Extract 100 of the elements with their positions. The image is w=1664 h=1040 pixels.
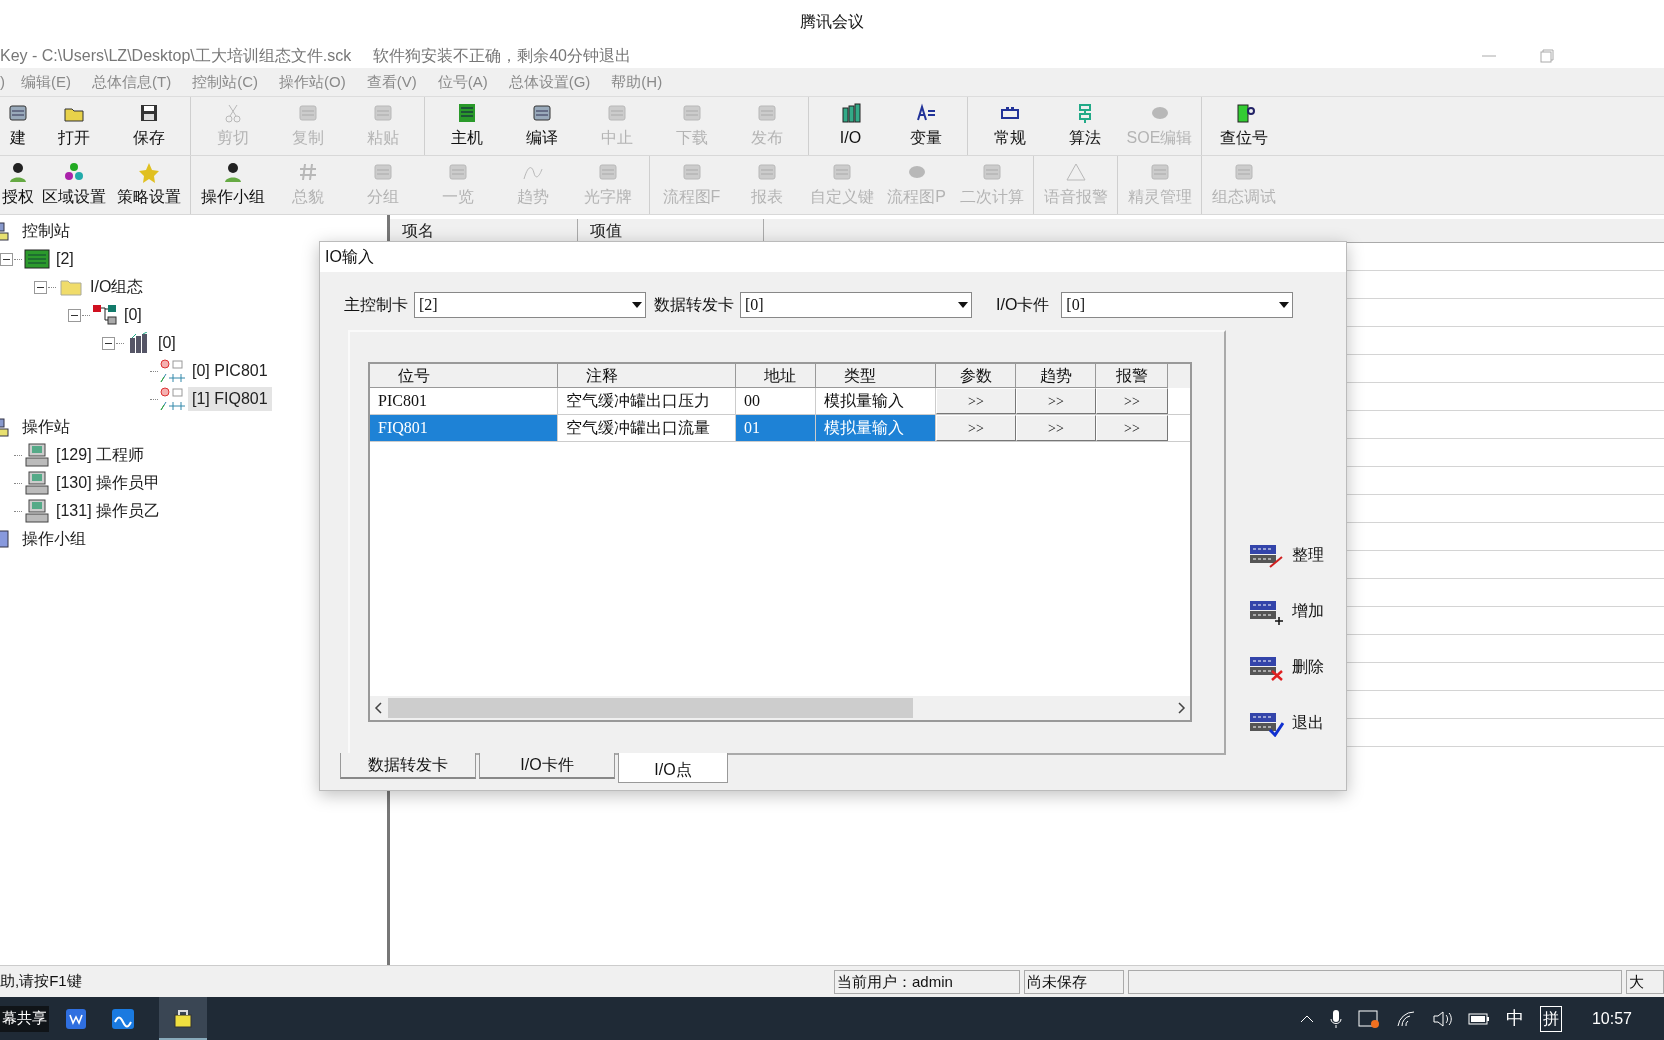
tree-item[interactable]: 操作小组	[18, 527, 90, 551]
details-button[interactable]: >>	[1096, 415, 1168, 441]
chevron-up-icon[interactable]	[1299, 1014, 1314, 1023]
toolbar-button[interactable]: 建	[0, 97, 36, 155]
folder-icon	[60, 278, 82, 296]
toolbar-button[interactable]: 编译	[504, 97, 579, 155]
window-title: Key - C:\Users\LZ\Desktop\工大培训组态文件.sck	[0, 46, 352, 66]
table-cell: 01	[736, 415, 816, 441]
screen-share-label[interactable]: 幕共享	[0, 1005, 49, 1032]
person-icon	[7, 161, 29, 183]
toolbar-button[interactable]: 策略设置	[111, 156, 186, 214]
side-button[interactable]: 退出	[1248, 708, 1324, 738]
toolbar-button[interactable]: 算法	[1047, 97, 1122, 155]
tab[interactable]: 数据转发卡	[340, 753, 476, 779]
scroll-left-icon[interactable]	[374, 702, 382, 714]
tree-item[interactable]: [130] 操作员甲	[52, 471, 165, 495]
input-mode[interactable]: 拼	[1539, 1005, 1562, 1032]
status-help: 助,请按F1键	[0, 971, 83, 992]
window-icon[interactable]	[1357, 1008, 1380, 1029]
collapse-toggle[interactable]	[0, 252, 13, 266]
tab[interactable]: I/O卡件	[479, 753, 615, 779]
toolbar-button[interactable]: 主机	[429, 97, 504, 155]
binders-icon	[839, 102, 862, 124]
signal-point-icon	[159, 358, 187, 384]
tree-item[interactable]: [0] PIC801	[188, 359, 272, 383]
column-header[interactable]: 类型	[816, 364, 936, 388]
side-button[interactable]: 整理	[1248, 540, 1324, 570]
clock[interactable]: 10:57	[1591, 1006, 1632, 1031]
column-header[interactable]: 位号	[370, 364, 558, 388]
stations-icon	[0, 417, 10, 437]
wifi-icon[interactable]	[1395, 1009, 1416, 1028]
battery-icon[interactable]	[1467, 1011, 1490, 1026]
scroll-right-icon[interactable]	[1178, 702, 1186, 714]
dropdown-field[interactable]: [0]	[740, 292, 972, 318]
computer-icon	[25, 471, 49, 495]
toolbar-button[interactable]: 保存	[111, 97, 186, 155]
dropdown-arrow-icon	[1278, 301, 1291, 309]
license-warning: 软件狗安装不正确，剩余40分钟退出	[373, 46, 631, 66]
toolbar-button[interactable]: 变量	[888, 97, 963, 155]
field-label: 主控制卡	[344, 295, 408, 315]
toolbar-button[interactable]: 打开	[36, 97, 111, 155]
warning-icon	[1064, 161, 1087, 183]
circuit-board-icon	[24, 249, 50, 269]
tab[interactable]: I/O点	[618, 753, 728, 783]
table-cell: 空气缓冲罐出口压力	[558, 388, 736, 414]
details-button[interactable]: >>	[1016, 415, 1096, 441]
collapse-toggle[interactable]	[101, 336, 115, 350]
column-header[interactable]: 注释	[558, 364, 736, 388]
microphone-icon[interactable]	[1329, 1008, 1342, 1029]
tree-item[interactable]: I/O组态	[86, 275, 148, 299]
tree-item[interactable]: [0]	[120, 303, 146, 327]
horizontal-scrollbar[interactable]	[370, 696, 1190, 720]
field-label: 数据转发卡	[654, 295, 734, 315]
dropdown-arrow-icon	[957, 301, 969, 309]
tree-item[interactable]: 操作站	[18, 415, 74, 439]
tree-item[interactable]: [129] 工程师	[52, 443, 149, 467]
taskbar-app-button[interactable]	[159, 997, 207, 1040]
binders-icon	[129, 332, 149, 354]
stations-icon	[0, 221, 10, 241]
tree-item[interactable]: [2]	[52, 247, 78, 271]
table-cell: 模拟量输入	[816, 415, 936, 441]
table-cell: FIQ801	[370, 415, 558, 441]
toolbar-button[interactable]: 区域设置	[36, 156, 111, 214]
table-row[interactable]: PIC801 空气缓冲罐出口压力 00 模拟量输入 >> >> >>	[370, 388, 1190, 415]
toolbar-button[interactable]: 常规	[972, 97, 1047, 155]
dropdown-field[interactable]: [2]	[414, 292, 646, 318]
details-button[interactable]: >>	[1016, 388, 1096, 414]
tree-item[interactable]: [0]	[154, 331, 180, 355]
side-button[interactable]: 增加	[1248, 596, 1324, 626]
status-caps: 大	[1626, 969, 1664, 994]
field-label: I/O卡件	[996, 295, 1050, 315]
toolbar-button[interactable]: I/O	[813, 97, 888, 155]
tree-item[interactable]: [1] FIQ801	[188, 387, 272, 411]
monitor-icon	[0, 529, 10, 549]
table-cell: PIC801	[370, 388, 558, 414]
column-header[interactable]: 地址	[736, 364, 816, 388]
details-button[interactable]: >>	[936, 388, 1016, 414]
side-button[interactable]: 删除	[1248, 652, 1324, 682]
dropdown-arrow-icon	[631, 301, 643, 309]
speaker-icon[interactable]	[1431, 1009, 1452, 1028]
details-button[interactable]: >>	[936, 415, 1016, 441]
toolbar-button[interactable]: 查位号	[1206, 97, 1281, 155]
molecule-icon	[62, 161, 85, 183]
computer-icon	[25, 443, 49, 467]
dialog-title: IO输入	[325, 247, 374, 267]
toolbar-button[interactable]: 操作小组	[195, 156, 270, 214]
toolbar-button[interactable]: 授权	[0, 156, 36, 214]
input-language[interactable]: 中	[1505, 1005, 1524, 1032]
document-app-icon[interactable]	[65, 1007, 87, 1030]
table-row[interactable]: FIQ801 空气缓冲罐出口流量 01 模拟量输入 >> >> >>	[370, 415, 1190, 442]
dropdown-field[interactable]: [0]	[1061, 292, 1294, 318]
meeting-app-icon[interactable]	[111, 1007, 135, 1030]
details-button[interactable]: >>	[1096, 388, 1168, 414]
tree-item[interactable]: [131] 操作员乙	[52, 499, 165, 523]
signal-point-icon	[159, 386, 187, 412]
collapse-toggle[interactable]	[33, 280, 47, 294]
table-cell: 00	[736, 388, 816, 414]
collapse-toggle[interactable]	[67, 308, 81, 322]
tree-item[interactable]: 控制站	[18, 219, 74, 243]
star-icon	[137, 161, 160, 183]
